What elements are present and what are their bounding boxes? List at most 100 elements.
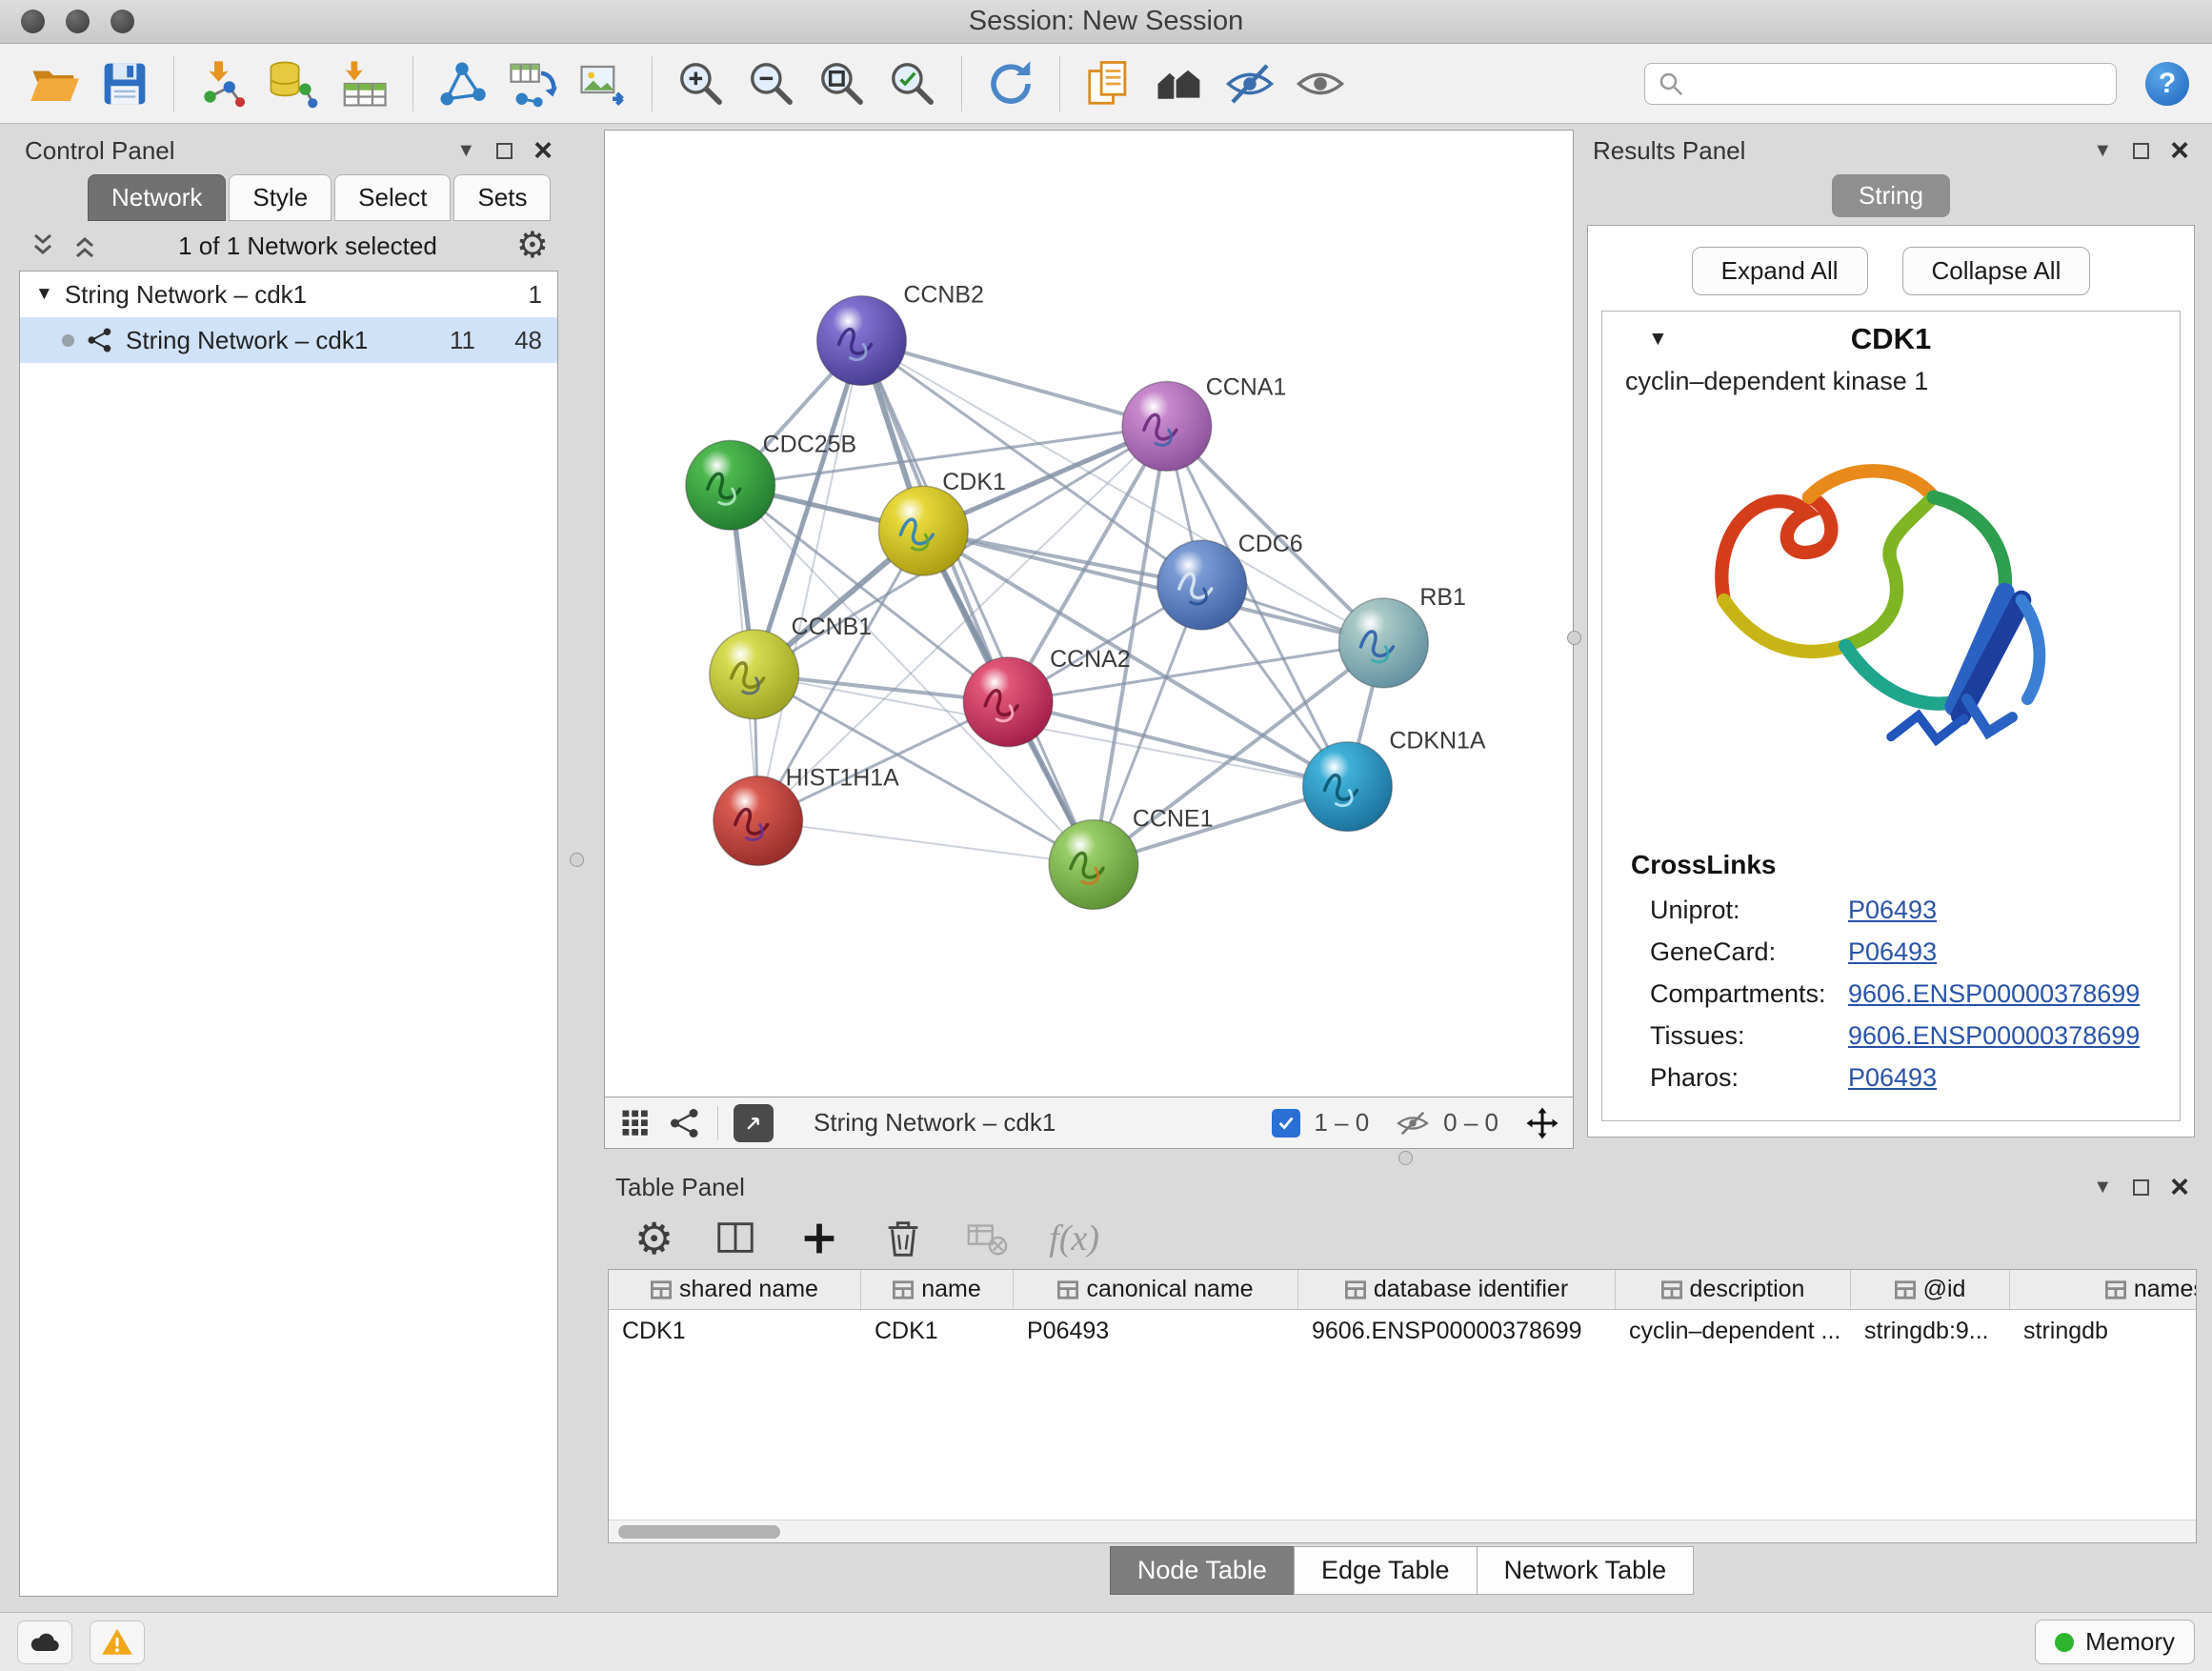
network-node-CCNE1[interactable] [1049, 820, 1138, 910]
network-node-CDKN1A[interactable] [1303, 742, 1393, 832]
table-horizontal-scrollbar[interactable] [609, 1520, 2196, 1542]
maximize-panel-icon[interactable] [496, 143, 513, 159]
selected-checkbox-icon[interactable] [1272, 1109, 1300, 1137]
float-panel-icon[interactable]: ▼ [2093, 141, 2112, 160]
search-input[interactable] [1693, 69, 2104, 98]
network-node-CDC6[interactable] [1157, 540, 1247, 630]
column-header-@id[interactable]: @id [1851, 1270, 2010, 1309]
search-box[interactable] [1644, 63, 2117, 105]
minimize-window-button[interactable] [66, 10, 90, 33]
network-node-CDC25B[interactable] [686, 440, 775, 530]
tab-string[interactable]: String [1832, 174, 1950, 217]
network-edge[interactable] [923, 531, 1383, 643]
warning-button[interactable] [90, 1621, 145, 1664]
memory-button[interactable]: Memory [2035, 1620, 2195, 1664]
column-type-icon [651, 1279, 672, 1300]
help-button[interactable]: ? [2145, 62, 2189, 106]
gene-section-header[interactable]: ▼ CDK1 [1602, 312, 2180, 367]
network-node-CCNA2[interactable] [963, 657, 1053, 747]
maximize-panel-icon[interactable] [2133, 1179, 2149, 1196]
hidden-eye-slash-icon[interactable] [1396, 1106, 1430, 1140]
network-from-table-button[interactable] [501, 50, 564, 118]
move-tool-icon[interactable] [1525, 1106, 1559, 1140]
maximize-panel-icon[interactable] [2133, 143, 2149, 159]
tab-style[interactable]: Style [229, 174, 332, 221]
refresh-button[interactable] [979, 50, 1042, 118]
grid-view-icon[interactable] [618, 1106, 653, 1140]
close-panel-icon[interactable]: × [533, 134, 553, 167]
crosslink-uniprot-link[interactable]: P06493 [1848, 896, 2180, 925]
network-node-CCNA1[interactable] [1122, 381, 1212, 471]
network-canvas[interactable]: CCNB2CCNA1CDC25BCDK1CDC6RB1CCNB1CCNA2CDK… [604, 130, 1574, 1097]
column-header-database-identifier[interactable]: database identifier [1298, 1270, 1616, 1309]
tab-network-table[interactable]: Network Table [1477, 1546, 1695, 1595]
splitter-handle[interactable] [1567, 631, 1581, 645]
collapse-all-icon[interactable] [29, 232, 57, 260]
show-all-button[interactable] [1289, 50, 1352, 118]
network-edge[interactable] [758, 341, 862, 821]
zoom-selected-button[interactable] [881, 50, 944, 118]
copy-document-button[interactable] [1077, 50, 1140, 118]
crosslink-genecard-link[interactable]: P06493 [1848, 937, 2180, 967]
string-style-icon[interactable] [668, 1106, 702, 1140]
column-header-shared-name[interactable]: shared name [609, 1270, 861, 1309]
column-header-canonical-name[interactable]: canonical name [1014, 1270, 1298, 1309]
new-network-button[interactable] [431, 50, 493, 118]
show-columns-icon[interactable] [714, 1217, 757, 1260]
collection-expander-icon[interactable]: ▼ [35, 284, 53, 305]
column-header-description[interactable]: description [1616, 1270, 1851, 1309]
network-collection-row[interactable]: ▼ String Network – cdk1 1 [20, 272, 557, 317]
tab-network[interactable]: Network [88, 174, 226, 221]
close-panel-icon[interactable]: × [2170, 134, 2189, 167]
expand-all-button[interactable]: Expand All [1692, 247, 1868, 295]
network-edge[interactable] [758, 821, 1094, 865]
close-window-button[interactable] [21, 10, 45, 33]
gear-icon[interactable]: ⚙ [516, 228, 549, 264]
network-node-CDK1[interactable] [878, 486, 968, 575]
network-edge[interactable] [861, 341, 1166, 427]
close-panel-icon[interactable]: × [2170, 1171, 2189, 1203]
zoom-window-button[interactable] [111, 10, 134, 33]
delete-column-icon[interactable] [881, 1217, 925, 1260]
import-network-file-button[interactable] [191, 50, 254, 118]
network-row[interactable]: String Network – cdk1 11 48 [20, 317, 557, 363]
tab-node-table[interactable]: Node Table [1110, 1546, 1295, 1595]
hide-selected-button[interactable] [1218, 50, 1281, 118]
table-row[interactable]: CDK1CDK1P064939606.ENSP00000378699cyclin… [609, 1310, 2196, 1352]
collapse-all-button[interactable]: Collapse All [1902, 247, 2091, 295]
column-header-namespace[interactable]: namespace [2010, 1270, 2196, 1309]
control-panel-titlebar: Control Panel ▼ × [13, 130, 564, 171]
network-graph[interactable]: CCNB2CCNA1CDC25BCDK1CDC6RB1CCNB1CCNA2CDK… [605, 131, 1573, 1097]
export-image-button[interactable] [572, 50, 634, 118]
tab-edge-table[interactable]: Edge Table [1294, 1546, 1478, 1595]
save-session-button[interactable] [93, 50, 156, 118]
zoom-out-button[interactable] [740, 50, 803, 118]
splitter-handle[interactable] [570, 853, 584, 867]
crosslink-compartments-link[interactable]: 9606.ENSP00000378699 [1848, 979, 2180, 1009]
tab-sets[interactable]: Sets [453, 174, 551, 221]
float-panel-icon[interactable]: ▼ [456, 141, 475, 160]
open-session-button[interactable] [23, 50, 86, 118]
crosslink-pharos-link[interactable]: P06493 [1848, 1063, 2180, 1093]
expand-all-icon[interactable] [70, 232, 99, 260]
zoom-fit-button[interactable] [811, 50, 874, 118]
tab-select[interactable]: Select [334, 174, 451, 221]
network-node-CCNB2[interactable] [817, 296, 907, 386]
home-button[interactable] [1148, 50, 1211, 118]
open-in-browser-button[interactable] [734, 1104, 774, 1142]
splitter-handle[interactable] [1398, 1151, 1413, 1165]
column-header-name[interactable]: name [861, 1270, 1014, 1309]
table-panel-tabs: Node TableEdge TableNetwork Table [604, 1543, 2201, 1597]
add-column-icon[interactable] [797, 1217, 841, 1260]
network-node-CCNB1[interactable] [710, 630, 799, 719]
float-panel-icon[interactable]: ▼ [2093, 1178, 2112, 1197]
cloud-button[interactable] [17, 1621, 72, 1664]
section-expander-icon[interactable]: ▼ [1648, 328, 1668, 351]
network-node-RB1[interactable] [1338, 598, 1428, 688]
crosslink-tissues-link[interactable]: 9606.ENSP00000378699 [1848, 1021, 2180, 1051]
zoom-in-button[interactable] [670, 50, 733, 118]
scrollbar-thumb[interactable] [618, 1525, 780, 1539]
import-table-button[interactable] [332, 50, 395, 118]
table-settings-gear-icon[interactable]: ⚙ [634, 1217, 674, 1260]
import-network-database-button[interactable] [262, 50, 325, 118]
